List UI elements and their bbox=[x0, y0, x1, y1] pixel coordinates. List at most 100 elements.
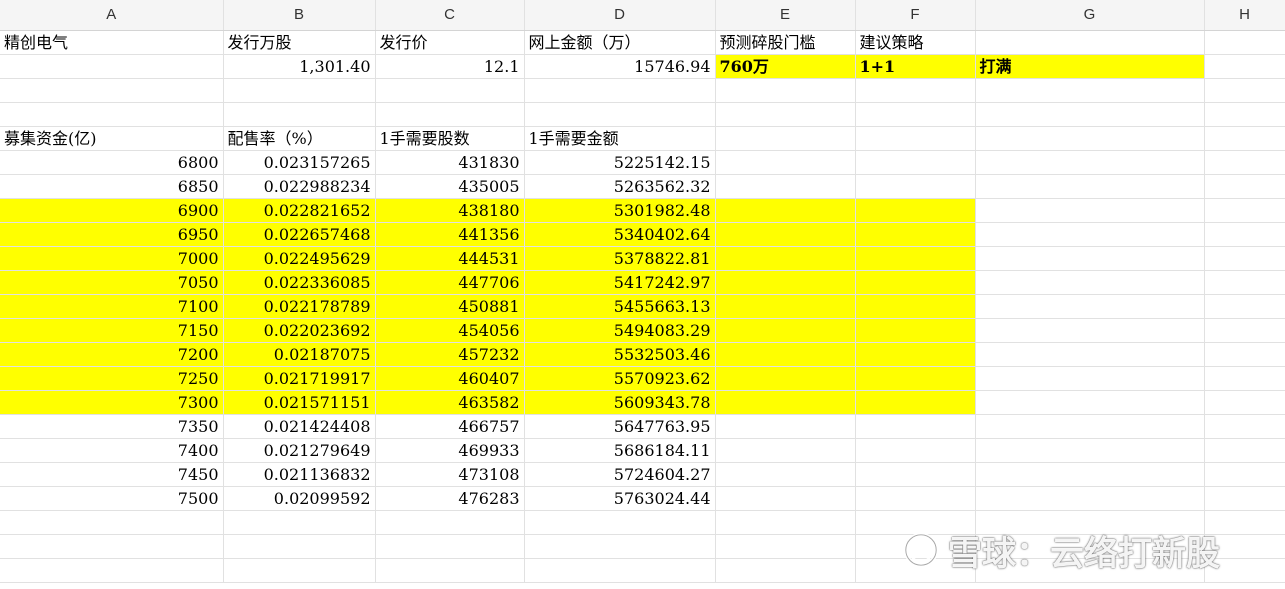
cell-empty[interactable] bbox=[524, 510, 716, 535]
cell-empty[interactable] bbox=[975, 534, 1205, 559]
cell-empty[interactable] bbox=[223, 558, 376, 583]
cell-empty[interactable] bbox=[1204, 30, 1285, 55]
cell-lot-amount[interactable]: 5263562.32 bbox=[524, 174, 716, 199]
cell-empty[interactable] bbox=[223, 78, 376, 103]
cell-empty[interactable] bbox=[1204, 54, 1285, 79]
cell-empty[interactable] bbox=[975, 414, 1205, 439]
cell-raised[interactable]: 7350 bbox=[0, 414, 224, 439]
cell-lot-shares[interactable]: 463582 bbox=[375, 390, 525, 415]
cell-raised[interactable]: 7100 bbox=[0, 294, 224, 319]
cell-empty[interactable] bbox=[715, 534, 856, 559]
cell-lot-amount[interactable]: 5570923.62 bbox=[524, 366, 716, 391]
cell-empty[interactable] bbox=[375, 102, 525, 127]
cell-empty[interactable] bbox=[855, 414, 976, 439]
cell-empty[interactable] bbox=[855, 438, 976, 463]
cell-empty[interactable] bbox=[855, 222, 976, 247]
cell-value-action[interactable]: 打满 bbox=[975, 54, 1205, 79]
cell-empty[interactable] bbox=[1204, 222, 1285, 247]
cell-empty[interactable] bbox=[975, 366, 1205, 391]
cell-empty[interactable] bbox=[0, 510, 224, 535]
cell-empty[interactable] bbox=[715, 198, 856, 223]
cell-allotment-rate[interactable]: 0.022657468 bbox=[223, 222, 376, 247]
cell-empty[interactable] bbox=[855, 174, 976, 199]
cell-header-raised[interactable]: 募集资金(亿) bbox=[0, 126, 224, 151]
cell-empty[interactable] bbox=[975, 438, 1205, 463]
cell-empty[interactable] bbox=[715, 126, 856, 151]
cell-label-threshold[interactable]: 预测碎股门槛 bbox=[715, 30, 856, 55]
cell-empty[interactable] bbox=[855, 246, 976, 271]
cell-lot-shares[interactable]: 441356 bbox=[375, 222, 525, 247]
cell-empty[interactable] bbox=[0, 102, 224, 127]
cell-allotment-rate[interactable]: 0.022821652 bbox=[223, 198, 376, 223]
cell-empty[interactable] bbox=[0, 534, 224, 559]
cell-empty[interactable] bbox=[715, 342, 856, 367]
column-header-a[interactable]: A bbox=[0, 0, 224, 31]
cell-company-name[interactable]: 精创电气 bbox=[0, 30, 224, 55]
cell-empty[interactable] bbox=[715, 390, 856, 415]
cell-lot-shares[interactable]: 447706 bbox=[375, 270, 525, 295]
cell-empty[interactable] bbox=[715, 318, 856, 343]
cell-empty[interactable] bbox=[715, 294, 856, 319]
cell-empty[interactable] bbox=[1204, 486, 1285, 511]
cell-empty[interactable] bbox=[975, 246, 1205, 271]
cell-empty[interactable] bbox=[855, 558, 976, 583]
cell-lot-amount[interactable]: 5301982.48 bbox=[524, 198, 716, 223]
cell-lot-shares[interactable]: 457232 bbox=[375, 342, 525, 367]
cell-empty[interactable] bbox=[1204, 102, 1285, 127]
cell-raised[interactable]: 7250 bbox=[0, 366, 224, 391]
column-header-c[interactable]: C bbox=[375, 0, 525, 31]
cell-empty[interactable] bbox=[855, 486, 976, 511]
cell-empty[interactable] bbox=[1204, 342, 1285, 367]
cell-empty[interactable] bbox=[1204, 150, 1285, 175]
cell-lot-shares[interactable]: 466757 bbox=[375, 414, 525, 439]
cell-empty[interactable] bbox=[975, 222, 1205, 247]
cell-empty[interactable] bbox=[524, 78, 716, 103]
cell-lot-amount[interactable]: 5609343.78 bbox=[524, 390, 716, 415]
cell-empty[interactable] bbox=[855, 462, 976, 487]
cell-empty[interactable] bbox=[715, 366, 856, 391]
cell-empty[interactable] bbox=[715, 102, 856, 127]
cell-header-allotment-rate[interactable]: 配售率（%） bbox=[223, 126, 376, 151]
cell-raised[interactable]: 7450 bbox=[0, 462, 224, 487]
cell-empty[interactable] bbox=[855, 510, 976, 535]
cell-allotment-rate[interactable]: 0.022023692 bbox=[223, 318, 376, 343]
cell-empty[interactable] bbox=[975, 390, 1205, 415]
cell-empty[interactable] bbox=[855, 390, 976, 415]
cell-value-threshold[interactable]: 760万 bbox=[715, 54, 856, 79]
cell-lot-shares[interactable]: 460407 bbox=[375, 366, 525, 391]
cell-empty[interactable] bbox=[1204, 198, 1285, 223]
cell-lot-amount[interactable]: 5417242.97 bbox=[524, 270, 716, 295]
cell-empty[interactable] bbox=[975, 126, 1205, 151]
cell-lot-shares[interactable]: 435005 bbox=[375, 174, 525, 199]
cell-empty[interactable] bbox=[855, 78, 976, 103]
cell-raised[interactable]: 7000 bbox=[0, 246, 224, 271]
column-header-e[interactable]: E bbox=[715, 0, 856, 31]
cell-value-strategy[interactable]: 1+1 bbox=[855, 54, 976, 79]
cell-lot-shares[interactable]: 444531 bbox=[375, 246, 525, 271]
cell-lot-amount[interactable]: 5340402.64 bbox=[524, 222, 716, 247]
cell-empty[interactable] bbox=[375, 534, 525, 559]
cell-value-price[interactable]: 12.1 bbox=[375, 54, 525, 79]
column-header-b[interactable]: B bbox=[223, 0, 376, 31]
cell-empty[interactable] bbox=[855, 294, 976, 319]
cell-allotment-rate[interactable]: 0.023157265 bbox=[223, 150, 376, 175]
cell-lot-shares[interactable]: 473108 bbox=[375, 462, 525, 487]
cell-allotment-rate[interactable]: 0.022988234 bbox=[223, 174, 376, 199]
cell-empty[interactable] bbox=[375, 558, 525, 583]
cell-lot-amount[interactable]: 5763024.44 bbox=[524, 486, 716, 511]
cell-allotment-rate[interactable]: 0.021136832 bbox=[223, 462, 376, 487]
cell-empty[interactable] bbox=[715, 558, 856, 583]
cell-empty[interactable] bbox=[715, 486, 856, 511]
cell-empty[interactable] bbox=[975, 558, 1205, 583]
cell-allotment-rate[interactable]: 0.02187075 bbox=[223, 342, 376, 367]
cell-empty[interactable] bbox=[1204, 558, 1285, 583]
cell-empty[interactable] bbox=[223, 510, 376, 535]
cell-allotment-rate[interactable]: 0.021571151 bbox=[223, 390, 376, 415]
cell-empty[interactable] bbox=[855, 198, 976, 223]
column-header-f[interactable]: F bbox=[855, 0, 976, 31]
cell-lot-shares[interactable]: 431830 bbox=[375, 150, 525, 175]
cell-lot-amount[interactable]: 5532503.46 bbox=[524, 342, 716, 367]
cell-lot-shares[interactable]: 438180 bbox=[375, 198, 525, 223]
cell-empty[interactable] bbox=[375, 78, 525, 103]
cell-empty[interactable] bbox=[855, 342, 976, 367]
